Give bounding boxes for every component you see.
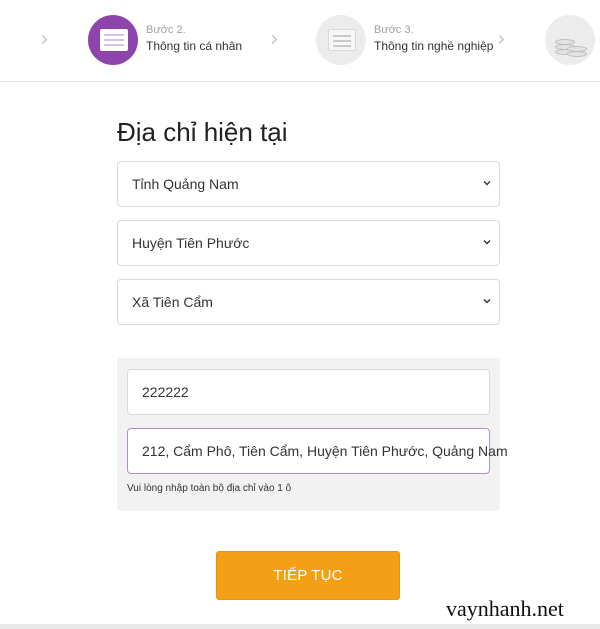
step-3-document-icon [316, 15, 366, 65]
address-detail-panel: 222222 212, Cẩm Phô, Tiên Cẩm, Huyện Tiê… [117, 358, 508, 511]
address-hint: Vui lòng nhập toàn bộ địa chỉ vào 1 ô [127, 483, 292, 494]
step-3-number: Bước 3. [374, 24, 414, 36]
ward-select[interactable]: Xã Tiên Cẩm [117, 279, 500, 325]
step-2-number: Bước 2. [146, 24, 186, 36]
chevron-down-icon [483, 299, 491, 304]
page-title: Địa chỉ hiện tại [117, 117, 288, 147]
chevron-down-icon [483, 181, 491, 186]
ward-value: Xã Tiên Cẩm [132, 294, 213, 310]
step-2-name: Thông tin cá nhân [146, 39, 243, 53]
postal-code-input[interactable]: 222222 [127, 369, 490, 415]
district-select[interactable]: Huyện Tiên Phước [117, 220, 500, 266]
step-3-label: Bước 3. Thông tin nghề nghiệp [374, 22, 493, 54]
bottom-divider [0, 624, 600, 629]
step-2-document-icon [88, 15, 138, 65]
province-select[interactable]: Tỉnh Quảng Nam [117, 161, 500, 207]
district-value: Huyện Tiên Phước [132, 235, 250, 251]
chevron-down-icon [483, 240, 491, 245]
step-3-name: Thông tin nghề nghiệp [374, 39, 494, 53]
chevron-right-icon: › [270, 27, 279, 52]
chevron-right-icon: › [497, 27, 506, 52]
postal-code-value: 222222 [142, 384, 189, 400]
step-2-label: Bước 2. Thông tin cá nhân [146, 22, 242, 54]
continue-button[interactable]: TIẾP TỤC [216, 551, 400, 600]
step-4-coins-icon [545, 15, 595, 65]
province-value: Tỉnh Quảng Nam [132, 176, 239, 192]
full-address-value: 212, Cẩm Phô, Tiên Cẩm, Huyện Tiên Phước… [142, 443, 508, 459]
watermark: vaynhanh.net [446, 596, 564, 621]
full-address-input[interactable]: 212, Cẩm Phô, Tiên Cẩm, Huyện Tiên Phước… [127, 428, 508, 474]
chevron-right-icon: › [40, 27, 49, 52]
progress-stepper: › Bước 2. Thông tin cá nhân › Bước 3. Th… [0, 0, 600, 82]
